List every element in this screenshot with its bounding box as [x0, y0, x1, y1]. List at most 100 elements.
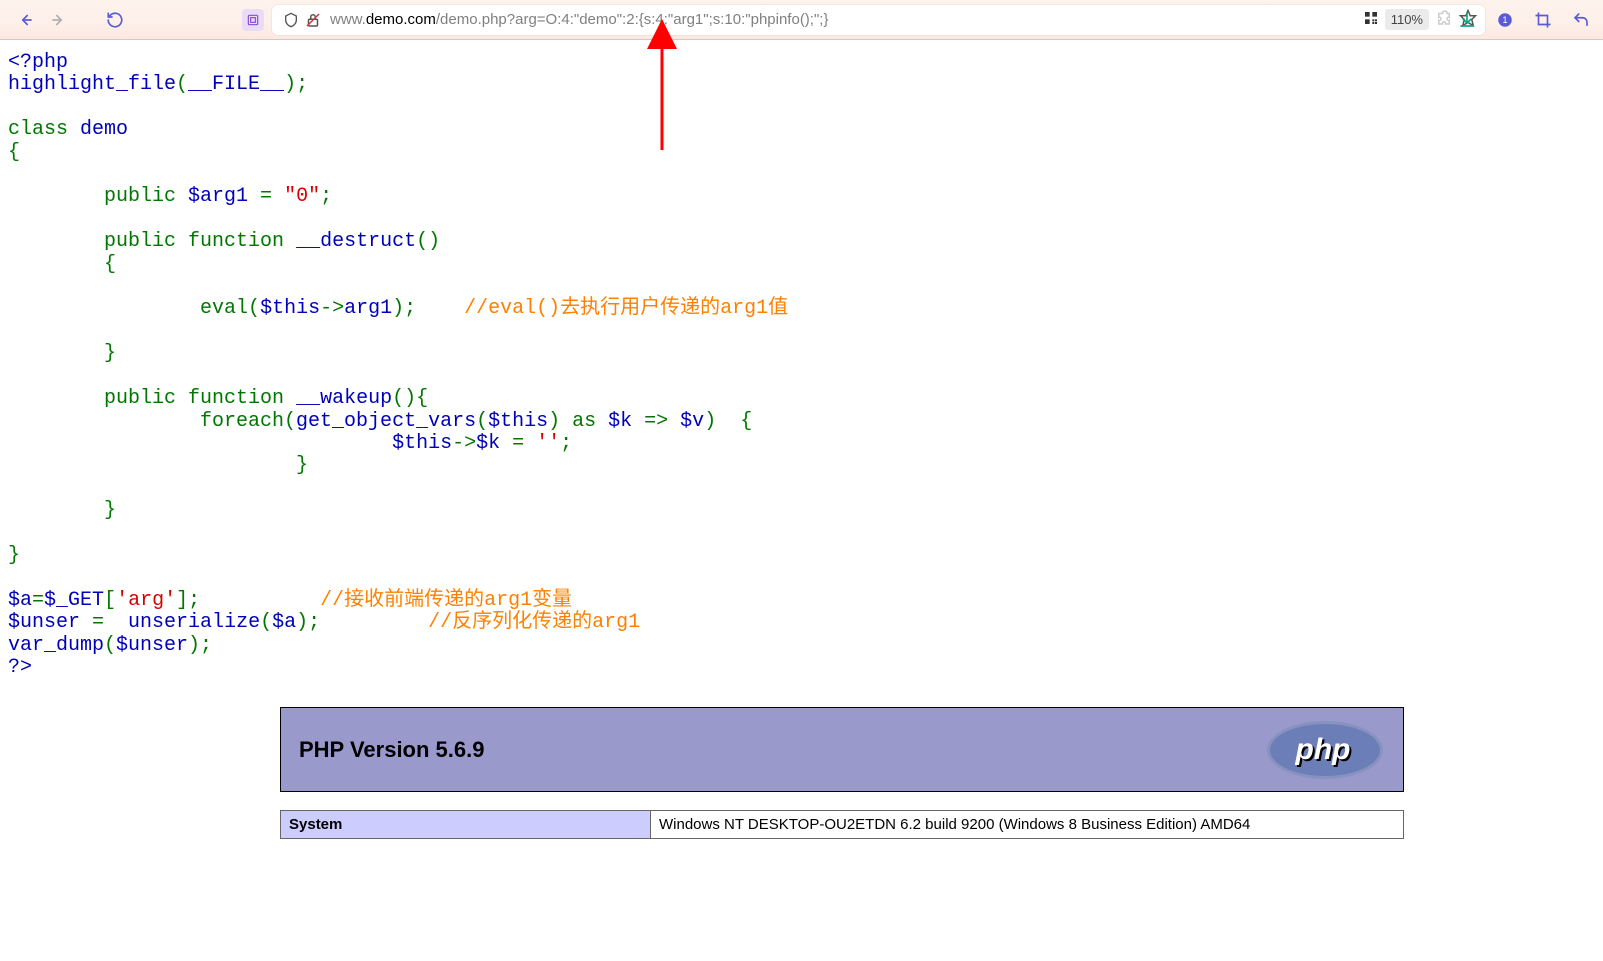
- tok: highlight_file: [8, 73, 176, 96]
- tok: );: [392, 297, 416, 320]
- tok: as: [572, 410, 608, 433]
- tok: function: [188, 230, 296, 253]
- tok: ): [548, 410, 572, 433]
- tok: (){: [392, 387, 428, 410]
- tok: arg1: [344, 297, 392, 320]
- tok: =: [92, 611, 116, 634]
- php-logo-icon: php php: [1265, 719, 1385, 781]
- tok: $unser: [8, 611, 92, 634]
- tok: ?>: [8, 656, 32, 679]
- tok: (): [416, 230, 440, 253]
- tok: $a: [8, 589, 32, 612]
- browser-toolbar: www.demo.com/demo.php?arg=O:4:"demo":2:{…: [0, 0, 1603, 40]
- back-button[interactable]: [8, 5, 42, 35]
- tok: function: [188, 387, 296, 410]
- extension-badge-icon[interactable]: [242, 9, 264, 31]
- tok: {: [8, 141, 20, 164]
- tok: eval: [200, 297, 248, 320]
- address-wrap: www.demo.com/demo.php?arg=O:4:"demo":2:{…: [242, 5, 1485, 35]
- tok: =: [512, 432, 536, 455]
- comment: //eval()去执行用户传递的arg1值: [464, 297, 788, 320]
- tok: $k: [476, 432, 512, 455]
- tok: __wakeup: [296, 387, 392, 410]
- tok: ->: [320, 297, 344, 320]
- tok: (: [260, 611, 272, 634]
- tok: }: [8, 544, 20, 567]
- tok: (: [476, 410, 488, 433]
- table-row: System Windows NT DESKTOP-OU2ETDN 6.2 bu…: [281, 811, 1404, 839]
- url-path: /demo.php?arg=O:4:"demo":2:{s:4:"arg1";s…: [436, 11, 829, 28]
- tok: public: [104, 230, 188, 253]
- php-version-title: PHP Version 5.6.9: [299, 737, 484, 763]
- tok: ];: [176, 589, 200, 612]
- url-prefix: www.: [330, 11, 366, 28]
- phpinfo-panel: PHP Version 5.6.9 php php System Windows…: [280, 707, 1404, 839]
- tok: $arg1: [188, 185, 260, 208]
- qr-icon[interactable]: [1363, 10, 1379, 30]
- tok: '': [536, 432, 560, 455]
- comment: //接收前端传递的arg1变量: [320, 589, 572, 612]
- svg-text:php: php: [1295, 733, 1351, 766]
- svg-text:1: 1: [1502, 15, 1507, 25]
- phpinfo-header: PHP Version 5.6.9 php php: [280, 707, 1404, 792]
- tok: unserialize: [128, 611, 260, 634]
- phpinfo-val: Windows NT DESKTOP-OU2ETDN 6.2 build 920…: [651, 811, 1404, 839]
- tok: __FILE__: [188, 73, 284, 96]
- tok: $this: [488, 410, 548, 433]
- profile-badge-icon[interactable]: 1: [1493, 8, 1517, 32]
- tok: ;: [320, 185, 332, 208]
- undo-icon[interactable]: [1569, 8, 1593, 32]
- tok: $v: [680, 410, 704, 433]
- tok: __destruct: [296, 230, 416, 253]
- tok: (: [248, 297, 260, 320]
- phpinfo-key: System: [281, 811, 651, 839]
- tok: foreach(: [200, 410, 296, 433]
- tok: =: [32, 589, 44, 612]
- tok: class: [8, 118, 80, 141]
- tok: ->: [452, 432, 476, 455]
- tok: {: [104, 253, 116, 276]
- tok: public: [104, 185, 188, 208]
- page-content: <?php highlight_file(__FILE__); class de…: [0, 40, 1603, 847]
- url-domain: demo.com: [366, 11, 436, 28]
- crop-icon[interactable]: [1531, 8, 1555, 32]
- tok: $a: [272, 611, 296, 634]
- tok: (: [104, 634, 116, 657]
- toolbar-right: 1: [1455, 8, 1593, 32]
- zoom-badge[interactable]: 110%: [1385, 9, 1429, 30]
- tok: $_GET: [44, 589, 104, 612]
- tok: [: [104, 589, 116, 612]
- tok: );: [296, 611, 320, 634]
- download-icon[interactable]: [1455, 8, 1479, 32]
- tok: =>: [644, 410, 680, 433]
- insecure-lock-icon[interactable]: [302, 11, 324, 29]
- tok: get_object_vars: [296, 410, 476, 433]
- tok: 'arg': [116, 589, 176, 612]
- php-source: <?php highlight_file(__FILE__); class de…: [8, 52, 1595, 679]
- comment: //反序列化传递的arg1: [428, 611, 640, 634]
- tok: "0": [284, 185, 320, 208]
- forward-button[interactable]: [42, 5, 76, 35]
- tok: $unser: [116, 634, 188, 657]
- tok: (: [176, 73, 188, 96]
- tok: <?php: [8, 51, 68, 74]
- tok: }: [296, 454, 308, 477]
- tok: );: [284, 73, 308, 96]
- tok: ;: [560, 432, 572, 455]
- shield-icon[interactable]: [280, 12, 302, 28]
- tok: }: [104, 342, 116, 365]
- tok: }: [104, 499, 116, 522]
- reload-button[interactable]: [98, 5, 132, 35]
- tok: ) {: [704, 410, 752, 433]
- tok: );: [188, 634, 212, 657]
- extensions-icon[interactable]: [1435, 9, 1453, 31]
- tok: demo: [80, 118, 128, 141]
- tok: $this: [260, 297, 320, 320]
- tok: var_dump: [8, 634, 104, 657]
- tok: $this: [392, 432, 452, 455]
- url-bar[interactable]: www.demo.com/demo.php?arg=O:4:"demo":2:{…: [272, 5, 1485, 35]
- tok: public: [104, 387, 188, 410]
- tok: $k: [608, 410, 644, 433]
- tok: =: [260, 185, 284, 208]
- url-text: www.demo.com/demo.php?arg=O:4:"demo":2:{…: [324, 11, 1363, 28]
